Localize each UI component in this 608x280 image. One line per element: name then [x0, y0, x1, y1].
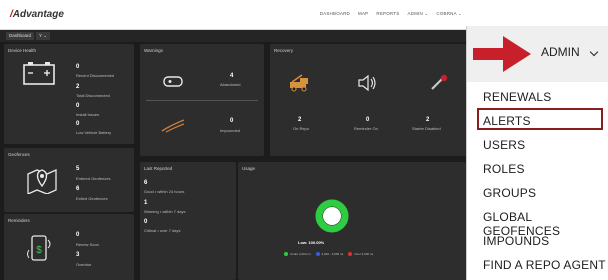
reminders-card: Reminders $ 0 Renew Soon 3 Overdue	[4, 214, 134, 280]
nav-account[interactable]: COBRNA ⌄	[436, 11, 462, 17]
menu-item-find-a-repo-agent[interactable]: FIND A REPO AGENT	[483, 258, 606, 272]
abandoned-value: 4	[230, 73, 234, 79]
admin-label[interactable]: ADMIN	[541, 45, 580, 59]
menu-item-impounds[interactable]: IMPOUNDS	[483, 234, 549, 248]
impounded-label[interactable]: Impounded	[220, 128, 240, 133]
entered-geofences-label[interactable]: Entered Geofences	[76, 176, 110, 181]
dashboard-button[interactable]: Dashboard	[6, 32, 35, 40]
legend-swatch-icon	[348, 252, 353, 256]
top-navigation-bar: /Advantage DASHBOARD MAP REPORTS ADMIN ⌄…	[0, 0, 470, 30]
menu-item-alerts[interactable]: ALERTS	[483, 114, 531, 128]
overdue-label[interactable]: Overdue	[76, 262, 91, 267]
app-logo[interactable]: /Advantage	[10, 9, 64, 20]
nav-dashboard[interactable]: DASHBOARD	[320, 11, 350, 17]
good-label[interactable]: Good • within 24 hours	[144, 189, 184, 194]
menu-item-renewals[interactable]: RENEWALS	[483, 90, 552, 104]
recent-disconnected-label[interactable]: Recent Disconnected	[76, 73, 114, 78]
recovery-card: Recovery 2 On Repo 0 Reminder On 2 Start…	[270, 44, 466, 156]
usage-card: Usage Low: 100.00% Under 2,000 mi 2,000 …	[238, 162, 466, 280]
legend-item-mid[interactable]: 2,000 - 3,000 mi	[315, 252, 343, 256]
card-title: Geofences	[8, 152, 30, 157]
total-disconnected-label[interactable]: Total Disconnected	[76, 93, 110, 98]
menu-item-users[interactable]: USERS	[483, 138, 525, 152]
on-repo-value: 2	[298, 117, 302, 123]
starter-disabled-label[interactable]: Starter Disabled	[412, 126, 441, 131]
admin-dropdown-menu: RENEWALS ALERTS USERS ROLES GROUPS GLOBA…	[466, 82, 608, 280]
install-issues-label[interactable]: Install Issues	[76, 112, 99, 117]
nav-admin[interactable]: ADMIN ⌄	[407, 11, 428, 17]
menu-item-groups[interactable]: GROUPS	[483, 186, 536, 200]
exited-geofences-value: 6	[76, 186, 80, 192]
donut-label: Low: 100.00%	[298, 240, 325, 245]
recent-disconnected-value: 0	[76, 64, 80, 70]
critical-value: 0	[144, 219, 148, 225]
starter-disabled-value: 2	[426, 117, 430, 123]
reminder-on-value: 0	[366, 117, 370, 123]
low-battery-label[interactable]: Low Vehicle Battery	[76, 130, 111, 135]
usage-legend: Under 2,000 mi 2,000 - 3,000 mi Over 3,0…	[284, 252, 373, 256]
card-title: Reminders	[8, 218, 30, 223]
svg-text:$: $	[36, 245, 42, 256]
usage-donut-chart	[315, 199, 349, 233]
geofences-card: Geofences 5 Entered Geofences 6 Exited G…	[4, 148, 134, 212]
map-pin-icon	[27, 168, 57, 194]
low-battery-value: 0	[76, 121, 80, 127]
total-disconnected-value: 2	[76, 84, 80, 90]
warning-label[interactable]: Warning • within 7 days	[144, 209, 186, 214]
warnings-card: Warnings 4 Abandoned 0 Impounded	[140, 44, 264, 156]
card-title: Last Reported	[144, 166, 173, 171]
abandoned-label[interactable]: Abandoned	[220, 82, 240, 87]
dashboard-toolbar: Dashboard Y ⌄	[0, 30, 470, 42]
device-health-card: Device Health 0 Recent Disconnected 2 To…	[4, 44, 134, 144]
reminder-on-label[interactable]: Reminder On	[354, 126, 378, 131]
tow-truck-icon	[290, 74, 308, 92]
critical-label[interactable]: Critical • over 7 days	[144, 228, 181, 233]
card-title: Usage	[242, 166, 256, 171]
warning-value: 1	[144, 200, 148, 206]
key-icon	[431, 74, 448, 90]
good-value: 6	[144, 180, 148, 186]
renew-soon-value: 0	[76, 232, 80, 238]
card-title: Warnings	[144, 48, 163, 53]
chevron-down-icon	[589, 47, 599, 57]
card-title: Device Health	[8, 48, 37, 53]
entered-geofences-value: 5	[76, 166, 80, 172]
legend-swatch-icon	[284, 252, 288, 256]
admin-menu-trigger[interactable]: ADMIN	[466, 26, 608, 82]
speaker-icon	[358, 74, 376, 92]
legend-swatch-icon	[315, 252, 320, 256]
divider	[146, 100, 258, 101]
payment-phone-icon: $	[27, 235, 51, 261]
top-nav-links: DASHBOARD MAP REPORTS ADMIN ⌄ COBRNA ⌄	[320, 11, 462, 17]
install-issues-value: 0	[76, 103, 80, 109]
filter-dropdown[interactable]: Y ⌄	[36, 32, 50, 40]
exited-geofences-label[interactable]: Exited Geofences	[76, 196, 108, 201]
renew-soon-label[interactable]: Renew Soon	[76, 242, 99, 247]
impounded-value: 0	[230, 118, 234, 124]
arrow-right-icon	[473, 36, 531, 72]
legend-item-low[interactable]: Under 2,000 mi	[284, 252, 311, 256]
nav-reports[interactable]: REPORTS	[376, 11, 399, 17]
battery-icon	[23, 62, 55, 85]
card-title: Recovery	[274, 48, 294, 53]
on-repo-label[interactable]: On Repo	[293, 126, 309, 131]
dashboard-screenshot: /Advantage DASHBOARD MAP REPORTS ADMIN ⌄…	[0, 0, 470, 280]
nav-map[interactable]: MAP	[358, 11, 368, 17]
gps-device-icon	[163, 76, 183, 87]
menu-item-roles[interactable]: ROLES	[483, 162, 525, 176]
impound-tow-icon	[161, 119, 185, 133]
last-reported-card: Last Reported 6 Good • within 24 hours 1…	[140, 162, 236, 280]
legend-item-high[interactable]: Over 3,000 mi	[348, 252, 373, 256]
overdue-value: 3	[76, 252, 80, 258]
